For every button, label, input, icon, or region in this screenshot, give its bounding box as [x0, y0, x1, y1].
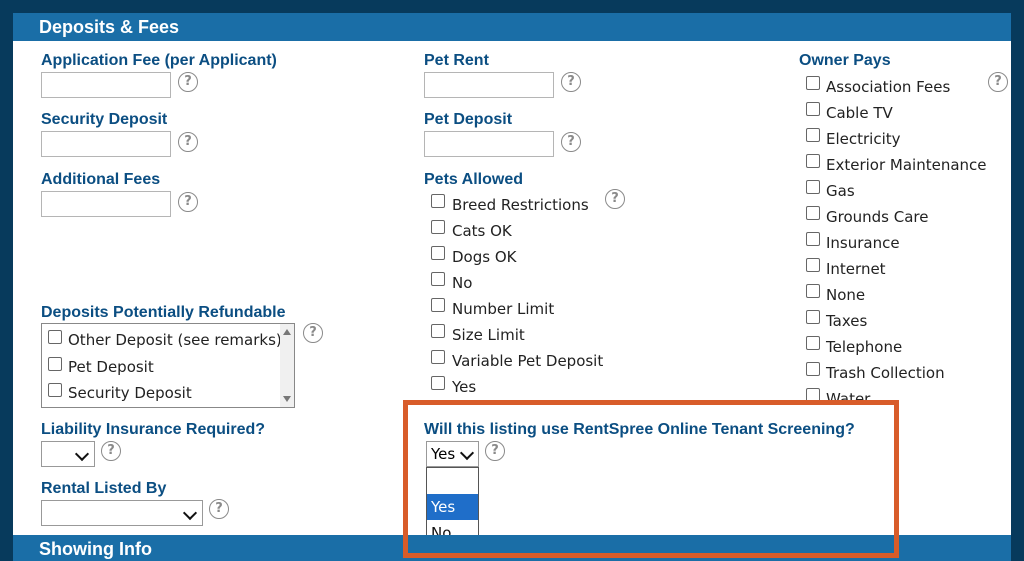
owner-pays-option-label: Internet: [826, 260, 886, 278]
security-deposit-help-icon[interactable]: ?: [178, 132, 198, 152]
pets-checkbox[interactable]: [431, 194, 445, 208]
screening-select-value: Yes: [431, 445, 456, 463]
application-fee-input[interactable]: [41, 72, 171, 98]
owner-pays-checkbox[interactable]: [806, 284, 820, 298]
refundable-checkbox[interactable]: [48, 357, 62, 371]
security-deposit-label: Security Deposit: [41, 111, 168, 128]
owner-pays-option-label: Water: [826, 390, 871, 400]
pets-checkbox[interactable]: [431, 246, 445, 260]
pets-option-label: No: [452, 274, 473, 292]
owner-pays-checkbox[interactable]: [806, 232, 820, 246]
pets-option-label: Breed Restrictions: [452, 196, 589, 214]
section-header-showing-info: Showing Info: [13, 535, 1011, 561]
chevron-down-icon: [459, 445, 475, 461]
refundable-checkbox[interactable]: [48, 383, 62, 397]
listed-by-select[interactable]: [41, 500, 203, 526]
refundable-label: Deposits Potentially Refundable: [41, 304, 286, 321]
additional-fees-input[interactable]: [41, 191, 171, 217]
screening-help-icon[interactable]: ?: [485, 441, 505, 461]
liability-help-icon[interactable]: ?: [101, 441, 121, 461]
section-header-deposits-fees: Deposits & Fees: [13, 13, 1011, 41]
pet-deposit-label: Pet Deposit: [424, 111, 513, 128]
scroll-down-arrow-icon[interactable]: [283, 396, 291, 402]
owner-pays-checkbox[interactable]: [806, 76, 820, 90]
pets-option-label: Yes: [452, 378, 477, 396]
refundable-option-label: Other Deposit (see remarks): [68, 331, 282, 349]
pet-deposit-help-icon[interactable]: ?: [561, 132, 581, 152]
owner-pays-option-label: None: [826, 286, 866, 304]
screening-label: Will this listing use RentSpree Online T…: [424, 421, 855, 438]
owner-pays-option-label: Grounds Care: [826, 208, 929, 226]
pets-checkbox[interactable]: [431, 376, 445, 390]
screening-option-blank[interactable]: [427, 468, 478, 494]
owner-pays-checkbox[interactable]: [806, 336, 820, 350]
application-fee-label: Application Fee (per Applicant): [41, 52, 277, 69]
owner-pays-option-label: Trash Collection: [826, 364, 945, 382]
form-frame: Deposits & Fees Application Fee (per App…: [13, 13, 1011, 561]
owner-pays-option-label: Electricity: [826, 130, 901, 148]
pet-rent-label: Pet Rent: [424, 52, 489, 69]
screening-select[interactable]: Yes: [426, 441, 479, 467]
security-deposit-input[interactable]: [41, 131, 171, 157]
owner-pays-option-label: Taxes: [826, 312, 868, 330]
owner-pays-option-label: Insurance: [826, 234, 900, 252]
additional-fees-label: Additional Fees: [41, 171, 161, 188]
listed-by-help-icon[interactable]: ?: [209, 499, 229, 519]
owner-pays-checkbox[interactable]: [806, 206, 820, 220]
owner-pays-label: Owner Pays: [799, 52, 891, 69]
additional-fees-help-icon[interactable]: ?: [178, 192, 198, 212]
owner-pays-checkbox[interactable]: [806, 258, 820, 272]
pets-checkbox[interactable]: [431, 298, 445, 312]
owner-pays-checkbox[interactable]: [806, 388, 820, 400]
pets-option-label: Number Limit: [452, 300, 555, 318]
pet-rent-input[interactable]: [424, 72, 554, 98]
pets-option-label: Size Limit: [452, 326, 525, 344]
refundable-help-icon[interactable]: ?: [303, 323, 323, 343]
pet-rent-help-icon[interactable]: ?: [561, 72, 581, 92]
pets-allowed-label: Pets Allowed: [424, 171, 523, 188]
owner-pays-option-label: Gas: [826, 182, 855, 200]
refundable-checkbox[interactable]: [48, 330, 62, 344]
listbox-scrollbar[interactable]: [280, 324, 294, 407]
pets-option-label: Cats OK: [452, 222, 512, 240]
owner-pays-option-label: Exterior Maintenance: [826, 156, 987, 174]
owner-pays-checkbox[interactable]: [806, 310, 820, 324]
owner-pays-checkbox[interactable]: [806, 102, 820, 116]
liability-label: Liability Insurance Required?: [41, 421, 266, 438]
pet-deposit-input[interactable]: [424, 131, 554, 157]
listed-by-label: Rental Listed By: [41, 480, 167, 497]
scroll-up-arrow-icon[interactable]: [283, 329, 291, 335]
pets-checkbox[interactable]: [431, 350, 445, 364]
refundable-listbox[interactable]: Other Deposit (see remarks) Pet Deposit …: [41, 323, 295, 408]
owner-pays-clipped-item: Water: [799, 385, 1011, 400]
owner-pays-checkbox[interactable]: [806, 128, 820, 142]
liability-select[interactable]: [41, 441, 95, 467]
chevron-down-icon: [182, 505, 198, 521]
owner-pays-option-label: Telephone: [826, 338, 903, 356]
pets-option-label: Variable Pet Deposit: [452, 352, 604, 370]
application-fee-help-icon[interactable]: ?: [178, 72, 198, 92]
owner-pays-option-label: Association Fees: [826, 78, 951, 96]
pets-checkbox[interactable]: [431, 272, 445, 286]
pets-option-label: Dogs OK: [452, 248, 517, 266]
owner-pays-checkbox[interactable]: [806, 180, 820, 194]
pets-checkbox[interactable]: [431, 220, 445, 234]
chevron-down-icon: [74, 446, 90, 462]
refundable-option-label: Security Deposit: [68, 384, 192, 402]
owner-pays-help-icon[interactable]: ?: [988, 72, 1008, 92]
screening-option-yes[interactable]: Yes: [427, 494, 478, 520]
owner-pays-checkbox[interactable]: [806, 154, 820, 168]
owner-pays-option-label: Cable TV: [826, 104, 893, 122]
owner-pays-checkbox[interactable]: [806, 362, 820, 376]
pets-checkbox[interactable]: [431, 324, 445, 338]
refundable-option-label: Pet Deposit: [68, 358, 154, 376]
pets-allowed-help-icon[interactable]: ?: [605, 189, 625, 209]
